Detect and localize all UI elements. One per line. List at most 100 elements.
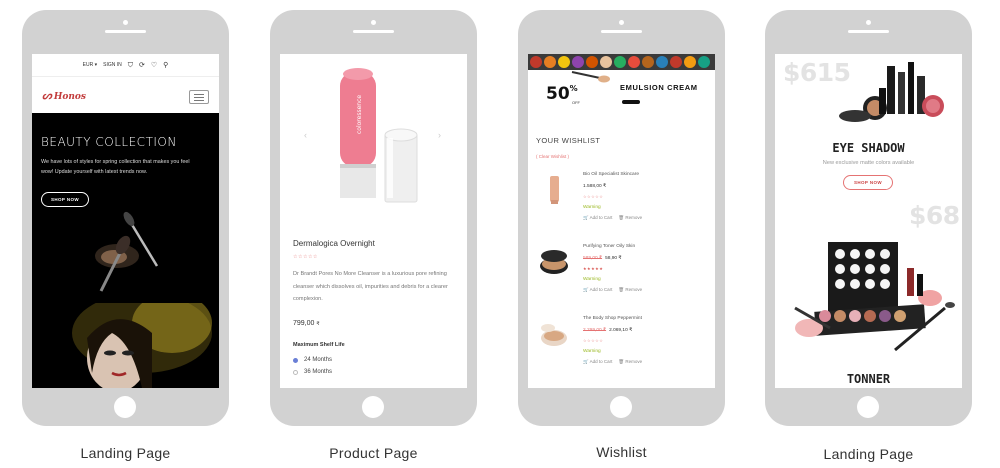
item-price: 589,00 ₹58,90 ₹ bbox=[583, 256, 621, 261]
add-to-cart-link[interactable]: 🛒 Add to Cart bbox=[583, 215, 612, 221]
price-old: 2.299,00 ₹ bbox=[583, 328, 607, 333]
price-current: 2.069,10 ₹ bbox=[609, 328, 633, 333]
discount-off: OFF bbox=[572, 100, 580, 105]
site-header: ᔕ Honos bbox=[32, 76, 219, 114]
product-thumbnail-powder[interactable] bbox=[538, 318, 570, 350]
remove-label: Remove bbox=[625, 215, 643, 220]
cart-icon: 🛒 bbox=[583, 215, 589, 220]
wishlist-item: Bio Oil Specialist Skincare 1.588,00 ₹ ☆… bbox=[528, 172, 715, 242]
price-current: 58,90 ₹ bbox=[605, 256, 622, 261]
price-old: 589,00 ₹ bbox=[583, 256, 603, 261]
banner-button[interactable] bbox=[622, 100, 640, 104]
clear-wishlist-link[interactable]: ( Clear Wishlist ) bbox=[536, 154, 569, 159]
home-button bbox=[114, 396, 136, 418]
tonner-title: TONNER bbox=[846, 372, 891, 386]
camera-dot bbox=[123, 20, 128, 25]
add-to-cart-link[interactable]: 🛒 Add to Cart bbox=[583, 287, 612, 293]
hero-title: BEAUTY COLLECTION bbox=[41, 135, 177, 149]
product-rating[interactable]: ☆☆☆☆☆ bbox=[293, 254, 318, 260]
caption-product: Product Page bbox=[329, 445, 418, 461]
caption-wishlist: Wishlist bbox=[596, 444, 647, 460]
heart-icon[interactable]: ♡ bbox=[151, 62, 157, 69]
home-button bbox=[857, 396, 879, 418]
radio-unselected[interactable] bbox=[293, 369, 298, 375]
brand-logo[interactable]: ᔕ Honos bbox=[42, 89, 86, 102]
home-button bbox=[610, 396, 632, 418]
trash-icon: 🗑 bbox=[618, 287, 625, 292]
item-price: 1.588,00 ₹ bbox=[583, 184, 606, 189]
phone-mockup-wishlist: 50% OFF EMULSION CREAM YOUR WISHLIST ( C… bbox=[518, 10, 725, 426]
brush-icon bbox=[571, 71, 610, 83]
screen-landing-1: EUR ▾ SIGN IN ⛉ ⟳ ♡ ⚲ ᔕ Honos BEAUTY COLL… bbox=[32, 54, 219, 388]
bag-icon[interactable]: ⛉ bbox=[128, 62, 133, 69]
svg-text:coloressence: coloressence bbox=[356, 95, 363, 134]
background-price-2: $68 bbox=[909, 201, 960, 230]
gallery-prev-arrow-icon[interactable]: ‹ bbox=[304, 130, 307, 140]
add-to-cart-link[interactable]: 🛒 Add to Cart bbox=[583, 359, 612, 365]
remove-link[interactable]: 🗑 Remove bbox=[618, 215, 642, 221]
screen-product: ‹ › coloressence Dermalogica Overnight ☆… bbox=[280, 54, 467, 388]
item-actions: 🛒 Add to Cart 🗑 Remove bbox=[583, 359, 642, 365]
item-rating: ☆☆☆☆☆ bbox=[583, 338, 604, 343]
remove-link[interactable]: 🗑 Remove bbox=[618, 359, 642, 365]
brand-name: Honos bbox=[53, 92, 86, 102]
speaker-slot bbox=[105, 30, 146, 33]
discount-number: 50 bbox=[546, 84, 570, 104]
product-image-lip-stick: coloressence bbox=[340, 68, 418, 203]
trash-icon: 🗑 bbox=[618, 215, 625, 220]
sign-in-link[interactable]: SIGN IN bbox=[103, 62, 122, 68]
item-actions: 🛒 Add to Cart 🗑 Remove bbox=[583, 215, 642, 221]
remove-label: Remove bbox=[625, 287, 643, 292]
screen-landing-2: $615 EYE SHADOW New exclusive matte colo… bbox=[775, 54, 962, 388]
logo-mark-icon: ᔕ bbox=[42, 89, 52, 102]
currency-selector[interactable]: EUR ▾ bbox=[83, 62, 97, 68]
item-rating: ☆☆☆☆☆ bbox=[583, 194, 604, 199]
hamburger-menu-icon[interactable] bbox=[189, 90, 209, 104]
remove-label: Remove bbox=[625, 359, 643, 364]
trash-icon: 🗑 bbox=[618, 359, 625, 364]
price-current: 1.588,00 ₹ bbox=[583, 184, 607, 189]
item-rating: ★★★★★ bbox=[583, 266, 604, 271]
add-to-cart-label: Add to Cart bbox=[589, 359, 613, 364]
gallery-next-arrow-icon[interactable]: › bbox=[438, 130, 441, 140]
search-icon[interactable]: ⚲ bbox=[163, 62, 168, 69]
shop-now-button[interactable]: SHOP NOW bbox=[41, 192, 89, 207]
phone-mockup-landing-2: $615 EYE SHADOW New exclusive matte colo… bbox=[765, 10, 972, 426]
option-36-months[interactable]: 36 Months bbox=[293, 369, 332, 375]
item-name[interactable]: Bio Oil Specialist Skincare bbox=[583, 172, 639, 177]
product-thumbnail-compact[interactable] bbox=[538, 246, 570, 278]
option-text: 36 Months bbox=[304, 369, 333, 375]
item-status: Warning bbox=[583, 277, 601, 282]
speaker-slot bbox=[848, 30, 889, 33]
item-price: 2.299,00 ₹2.069,10 ₹ bbox=[583, 328, 632, 333]
eye-shadow-subtitle: New exclusive matte colors available bbox=[822, 160, 915, 166]
screen-wishlist: 50% OFF EMULSION CREAM YOUR WISHLIST ( C… bbox=[528, 54, 715, 388]
item-status: Warning bbox=[583, 349, 601, 354]
shop-now-button[interactable]: SHOP NOW bbox=[843, 175, 893, 190]
caption-landing-2: Landing Page bbox=[823, 446, 914, 462]
promo-banner[interactable]: 50% OFF EMULSION CREAM bbox=[528, 54, 715, 114]
radio-selected[interactable] bbox=[293, 357, 298, 363]
camera-dot bbox=[371, 20, 376, 25]
speaker-slot bbox=[601, 30, 642, 33]
hero-text: We have lots of styles for spring collec… bbox=[41, 159, 190, 175]
wishlist-item: Purifying Toner Oily Skin 589,00 ₹58,90 … bbox=[528, 244, 715, 314]
product-thumbnail-tube[interactable] bbox=[538, 174, 570, 206]
item-name[interactable]: Purifying Toner Oily Skin bbox=[583, 244, 635, 249]
wishlist-item: The Body Shop Peppermint 2.299,00 ₹2.069… bbox=[528, 316, 715, 386]
makeup-kit-image bbox=[794, 242, 955, 352]
remove-link[interactable]: 🗑 Remove bbox=[618, 287, 642, 293]
option-24-months[interactable]: 24 Months bbox=[293, 357, 332, 363]
banner-title: EMULSION CREAM bbox=[620, 83, 698, 92]
product-price: 799,00 ₹ bbox=[293, 320, 320, 327]
phone-mockup-landing-1: EUR ▾ SIGN IN ⛉ ⟳ ♡ ⚲ ᔕ Honos BEAUTY COLL… bbox=[22, 10, 229, 426]
add-to-cart-label: Add to Cart bbox=[589, 215, 613, 220]
compare-icon[interactable]: ⟳ bbox=[139, 62, 145, 69]
price-currency: ₹ bbox=[316, 321, 320, 327]
item-name[interactable]: The Body Shop Peppermint bbox=[583, 316, 642, 321]
discount-percent: % bbox=[569, 84, 578, 93]
option-text: 24 Months bbox=[304, 357, 333, 363]
cart-icon: 🛒 bbox=[583, 359, 589, 364]
product-gallery: ‹ › coloressence bbox=[280, 54, 467, 214]
product-name: Dermalogica Overnight bbox=[293, 239, 375, 248]
